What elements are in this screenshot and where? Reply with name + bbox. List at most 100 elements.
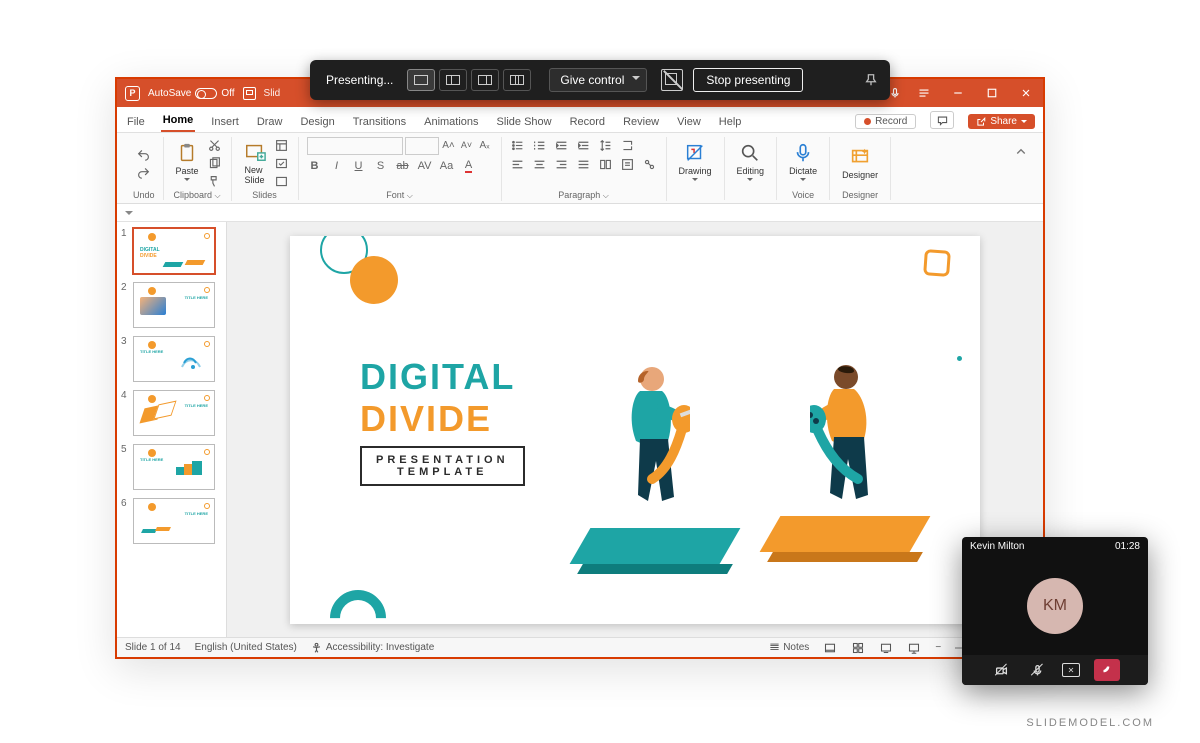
notes-button[interactable]: Notes (769, 642, 809, 653)
tab-animations[interactable]: Animations (422, 112, 480, 132)
camera-off-button[interactable] (990, 659, 1012, 681)
drawing-button[interactable]: Drawing (675, 140, 716, 186)
sorter-view-button[interactable] (851, 641, 865, 655)
decrease-font-button[interactable]: A˅ (459, 137, 475, 153)
dictate-button[interactable]: Dictate (785, 140, 821, 186)
cut-button[interactable] (207, 137, 223, 153)
layout-standard-button[interactable] (407, 69, 435, 91)
layout-sidebyside-button[interactable] (503, 69, 531, 91)
strike-button[interactable]: ab (395, 158, 411, 174)
underline-button[interactable]: U (351, 158, 367, 174)
group-drawing: Drawing (667, 137, 725, 200)
tab-draw[interactable]: Draw (255, 112, 285, 132)
slide-indicator[interactable]: Slide 1 of 14 (125, 642, 181, 653)
change-case-button[interactable]: Aa (439, 158, 455, 174)
redo-button[interactable] (136, 164, 152, 180)
accessibility-indicator[interactable]: Accessibility: Investigate (311, 642, 434, 653)
thumbnail-2[interactable]: 2 TITLE HERE (121, 282, 222, 328)
columns-button[interactable] (598, 156, 614, 172)
align-right-button[interactable] (554, 156, 570, 172)
mic-off-button[interactable] (1026, 659, 1048, 681)
thumbnail-3[interactable]: 3 TITLE HERE (121, 336, 222, 382)
indent-dec-button[interactable] (554, 137, 570, 153)
close-button[interactable] (1011, 80, 1041, 106)
language-indicator[interactable]: English (United States) (195, 642, 297, 653)
align-left-button[interactable] (510, 156, 526, 172)
maximize-button[interactable] (977, 80, 1007, 106)
tab-slideshow[interactable]: Slide Show (495, 112, 554, 132)
thumbnail-panel[interactable]: 1 DIGITALDIVIDE 2 TITLE HERE 3 TITLE HER… (117, 222, 227, 637)
stop-presenting-button[interactable]: Stop presenting (693, 68, 803, 92)
align-center-button[interactable] (532, 156, 548, 172)
slide-title[interactable]: DIGITAL DIVIDE (360, 356, 515, 440)
bold-button[interactable]: B (307, 158, 323, 174)
share-button[interactable]: Share (968, 114, 1035, 129)
chevron-down-icon (632, 76, 640, 84)
record-button[interactable]: Record (855, 114, 916, 129)
give-control-dropdown[interactable]: Give control (549, 68, 647, 92)
paste-button[interactable]: Paste (172, 140, 203, 186)
tab-help[interactable]: Help (717, 112, 744, 132)
section-button[interactable] (274, 173, 290, 189)
designer-button[interactable]: Designer (838, 144, 882, 182)
presenting-label: Presenting... (320, 73, 407, 87)
tab-record[interactable]: Record (568, 112, 607, 132)
undo-button[interactable] (136, 146, 152, 162)
popout-icon[interactable] (661, 69, 683, 91)
tab-view[interactable]: View (675, 112, 703, 132)
char-spacing-button[interactable]: AV (417, 158, 433, 174)
comments-button[interactable] (930, 111, 954, 129)
tab-review[interactable]: Review (621, 112, 661, 132)
layout-side-button[interactable] (439, 69, 467, 91)
reset-slide-button[interactable] (274, 155, 290, 171)
indent-inc-button[interactable] (576, 137, 592, 153)
align-text-button[interactable] (620, 156, 636, 172)
tab-home[interactable]: Home (161, 110, 196, 132)
tab-file[interactable]: File (125, 112, 147, 132)
thumbnail-1[interactable]: 1 DIGITALDIVIDE (121, 228, 222, 274)
share-screen-button[interactable] (1062, 663, 1080, 677)
layout-button[interactable] (274, 137, 290, 153)
font-size-dropdown[interactable] (405, 137, 439, 155)
tab-transitions[interactable]: Transitions (351, 112, 408, 132)
thumbnail-5[interactable]: 5 TITLE HERE (121, 444, 222, 490)
minimize-button[interactable] (943, 80, 973, 106)
tab-design[interactable]: Design (298, 112, 336, 132)
line-spacing-button[interactable] (598, 137, 614, 153)
teams-call-widget[interactable]: Kevin Milton 01:28 KM (962, 537, 1148, 685)
new-slide-button[interactable]: New Slide (240, 139, 270, 187)
numbering-button[interactable] (532, 137, 548, 153)
tab-insert[interactable]: Insert (209, 112, 241, 132)
collapse-ribbon-button[interactable] (1007, 137, 1035, 163)
reading-view-button[interactable] (879, 641, 893, 655)
slide-canvas-area[interactable]: DIGITAL DIVIDE PRESENTATION TEMPLATE (227, 222, 1043, 637)
thumbnail-6[interactable]: 6 TITLE HERE (121, 498, 222, 544)
save-icon[interactable] (243, 87, 256, 100)
increase-font-button[interactable]: A˄ (441, 137, 457, 153)
italic-button[interactable]: I (329, 158, 345, 174)
shadow-button[interactable]: S (373, 158, 389, 174)
font-family-dropdown[interactable] (307, 137, 403, 155)
editing-button[interactable]: Editing (733, 140, 769, 186)
layout-reporter-button[interactable] (471, 69, 499, 91)
slide-canvas[interactable]: DIGITAL DIVIDE PRESENTATION TEMPLATE (290, 236, 980, 624)
slideshow-view-button[interactable] (907, 641, 921, 655)
normal-view-button[interactable] (823, 641, 837, 655)
powerpoint-logo-icon: P (125, 86, 140, 101)
bullets-button[interactable] (510, 137, 526, 153)
hang-up-button[interactable] (1094, 659, 1120, 681)
justify-button[interactable] (576, 156, 592, 172)
zoom-out-button[interactable]: − (935, 642, 941, 653)
copy-button[interactable] (207, 155, 223, 171)
clear-format-button[interactable]: Aₓ (477, 137, 493, 153)
thumbnail-4[interactable]: 4 TITLE HERE (121, 390, 222, 436)
format-painter-button[interactable] (207, 173, 223, 189)
text-direction-button[interactable] (620, 137, 636, 153)
smartart-button[interactable] (642, 156, 658, 172)
ribbon-display-icon[interactable] (909, 80, 939, 106)
autosave-toggle[interactable]: AutoSave Off (148, 88, 235, 99)
font-color-button[interactable]: A (461, 158, 477, 174)
qat-dropdown-icon[interactable] (125, 211, 133, 219)
slide-subtitle[interactable]: PRESENTATION TEMPLATE (360, 446, 525, 486)
pin-icon[interactable] (862, 71, 880, 89)
